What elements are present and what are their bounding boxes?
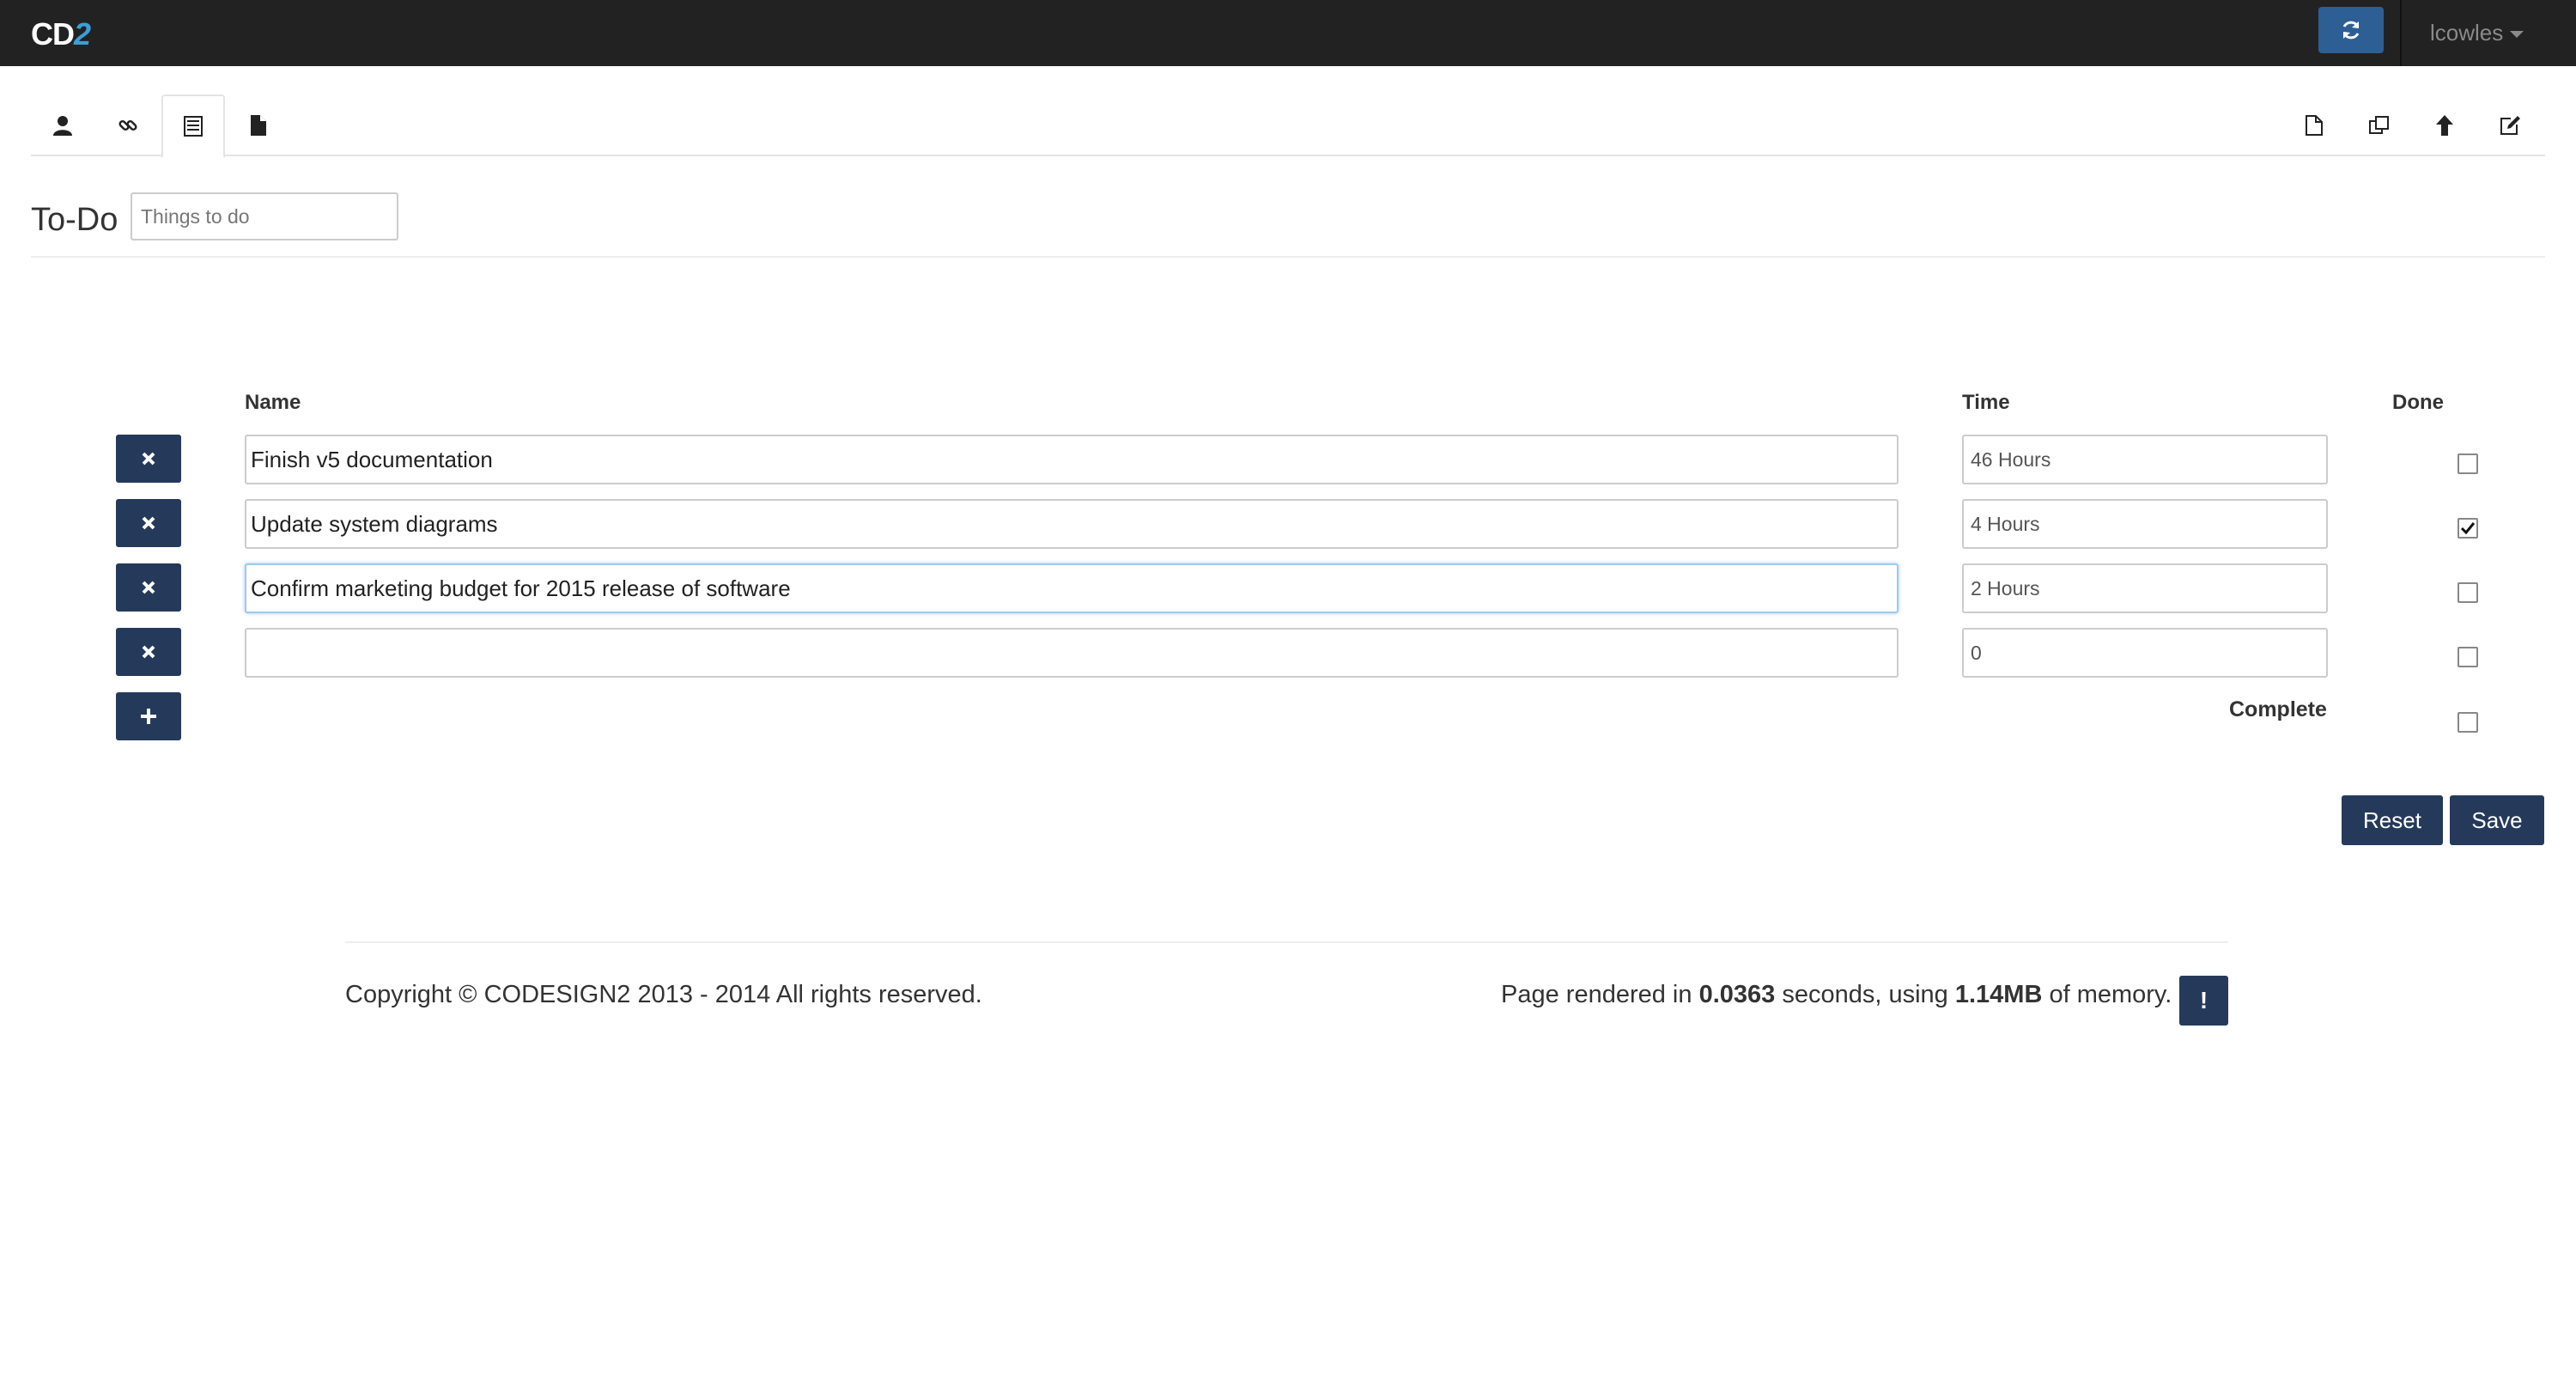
- tab-user[interactable]: [31, 94, 94, 156]
- list-icon: [184, 116, 203, 137]
- complete-label: Complete: [2229, 697, 2327, 721]
- list-name-input[interactable]: [131, 192, 398, 240]
- user-menu[interactable]: lcowles: [2430, 15, 2524, 50]
- tab-bar: [31, 94, 2545, 158]
- done-checkbox[interactable]: [2458, 647, 2478, 667]
- copy-button[interactable]: [2348, 94, 2411, 156]
- delete-row-button[interactable]: [116, 628, 181, 676]
- close-icon: [142, 581, 155, 594]
- done-checkbox[interactable]: [2458, 518, 2478, 539]
- render-stats-prefix: Page rendered in: [1501, 981, 1699, 1008]
- chevron-down-icon: [2510, 31, 2524, 39]
- done-checkbox[interactable]: [2458, 453, 2478, 474]
- delete-row-button[interactable]: [116, 563, 181, 612]
- edit-icon: [2500, 116, 2520, 135]
- render-memory: 1.14MB: [1954, 981, 2043, 1008]
- save-button[interactable]: Save: [2450, 795, 2544, 845]
- close-icon: [142, 452, 155, 466]
- checkmark-icon: [2460, 522, 2476, 535]
- delete-row-button[interactable]: [116, 435, 181, 483]
- column-header-time: Time: [1962, 391, 2010, 414]
- task-time-input[interactable]: [1962, 499, 2328, 549]
- task-name-input[interactable]: [245, 628, 1899, 678]
- render-stats-mid: seconds, using: [1775, 981, 1955, 1008]
- column-header-name: Name: [245, 391, 301, 414]
- link-icon: [118, 119, 137, 131]
- user-name: lcowles: [2430, 20, 2504, 46]
- brand-prefix: CD: [31, 16, 75, 52]
- header-divider: [31, 256, 2545, 258]
- navbar-divider: [2400, 0, 2402, 66]
- top-navbar: CD2 lcowles: [0, 0, 2576, 66]
- brand-logo[interactable]: CD2: [31, 15, 91, 53]
- new-document-icon: [2306, 115, 2323, 136]
- upload-button[interactable]: [2413, 94, 2476, 156]
- task-name-input[interactable]: [245, 435, 1899, 484]
- arrow-up-icon: [2436, 115, 2453, 136]
- close-icon: [142, 645, 155, 659]
- reset-button[interactable]: Reset: [2342, 795, 2443, 845]
- edit-button[interactable]: [2478, 94, 2542, 156]
- task-time-input[interactable]: [1962, 628, 2328, 678]
- task-time-input[interactable]: [1962, 563, 2328, 613]
- new-document-button[interactable]: [2282, 94, 2346, 156]
- refresh-icon: [2342, 21, 2360, 40]
- page-title: To-Do: [31, 202, 118, 238]
- tab-links[interactable]: [96, 94, 160, 156]
- close-icon: [142, 516, 155, 530]
- debug-button[interactable]: !: [2179, 976, 2228, 1026]
- render-stats: Page rendered in 0.0363 seconds, using 1…: [1501, 979, 2172, 1010]
- user-icon: [53, 116, 72, 136]
- task-name-input[interactable]: [245, 499, 1899, 549]
- task-name-input[interactable]: [245, 563, 1899, 613]
- brand-suffix: 2: [74, 16, 91, 52]
- task-time-input[interactable]: [1962, 435, 2328, 484]
- file-icon: [251, 115, 266, 136]
- tab-file[interactable]: [227, 94, 290, 156]
- footer-divider: [345, 941, 2228, 943]
- refresh-button[interactable]: [2318, 7, 2384, 53]
- plus-icon: [141, 709, 156, 724]
- complete-checkbox[interactable]: [2458, 712, 2478, 733]
- done-checkbox[interactable]: [2458, 582, 2478, 603]
- copy-icon: [2369, 116, 2389, 134]
- render-time: 0.0363: [1698, 981, 1776, 1008]
- delete-row-button[interactable]: [116, 499, 181, 547]
- column-header-done: Done: [2392, 391, 2444, 414]
- render-stats-suffix: of memory.: [2042, 981, 2172, 1008]
- copyright-text: Copyright © CODESIGN2 2013 - 2014 All ri…: [345, 981, 982, 1008]
- tab-list[interactable]: [161, 94, 225, 158]
- add-row-button[interactable]: [116, 692, 181, 740]
